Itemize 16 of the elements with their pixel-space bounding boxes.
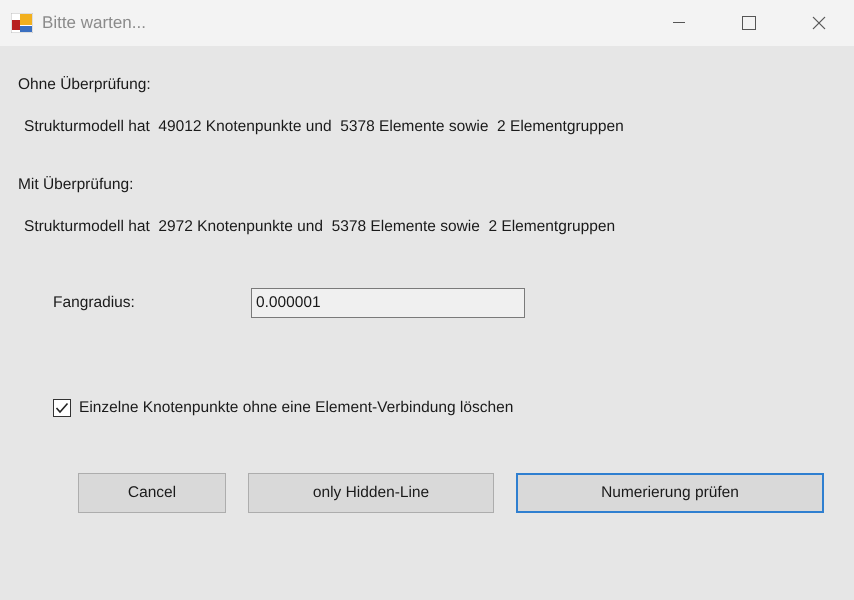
summary-text: Strukturmodell hat 2972 Knotenpunkte und 5378 Elemente sowie 2 Elementgruppen — [24, 218, 616, 237]
summary-text: Strukturmodell hat 49012 Knotenpunkte und 5378 Elemente sowie 2 Elementgruppen — [24, 118, 625, 137]
dialog-button[interactable]: Numerierung prüfen — [516, 473, 824, 513]
minimize-icon[interactable] — [673, 22, 685, 24]
section-heading: Ohne Überprüfung: — [18, 76, 152, 95]
checkbox-label: Einzelne Knotenpunkte ohne eine Element-Verbindung löschen — [79, 399, 514, 417]
fangradius-field[interactable]: 0.000001 — [251, 288, 525, 318]
app-icon — [11, 13, 33, 33]
close-icon[interactable] — [812, 16, 826, 30]
window-title: Bitte warten... — [42, 13, 147, 33]
dialog-button[interactable]: Cancel — [78, 473, 226, 513]
maximize-icon[interactable] — [742, 16, 756, 30]
field-label: Fangradius: — [53, 294, 136, 312]
dialog-button[interactable]: only Hidden-Line — [248, 473, 494, 513]
checkbox[interactable] — [53, 399, 71, 417]
section-heading: Mit Überprüfung: — [18, 176, 134, 195]
